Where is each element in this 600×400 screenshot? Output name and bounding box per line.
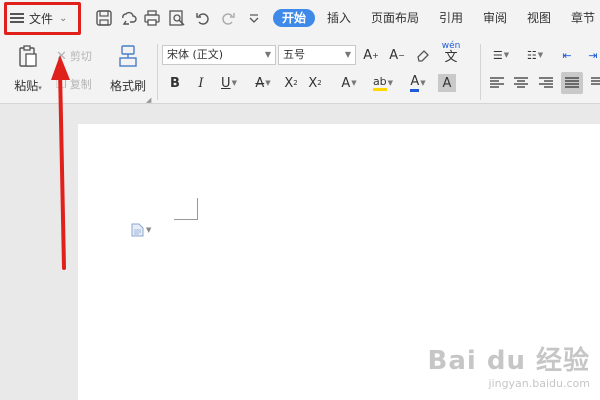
- watermark-title: Bai du 经验: [427, 346, 590, 376]
- caret-down-icon: ▾: [38, 84, 42, 92]
- format-painter-icon: [119, 45, 137, 67]
- pinyin-guide-button[interactable]: wén 文: [442, 42, 461, 65]
- tab-view[interactable]: 视图: [527, 9, 551, 27]
- caret-down-icon: ▼: [146, 226, 152, 234]
- watermark-logo: Bai du 经验 jingyan.baidu.com: [428, 340, 591, 390]
- subscript-icon[interactable]: X2: [306, 74, 324, 92]
- distributed-icon[interactable]: [588, 74, 600, 92]
- strikethrough-icon[interactable]: A ▼: [250, 74, 276, 92]
- superscript-icon[interactable]: X2: [282, 74, 300, 92]
- undo-icon[interactable]: [194, 9, 212, 27]
- annotation-highlight-box: [4, 2, 81, 35]
- text-effect-icon[interactable]: A ▼: [336, 74, 362, 92]
- watermark-url: jingyan.baidu.com: [488, 377, 590, 390]
- align-center-icon[interactable]: [512, 74, 530, 92]
- tab-insert[interactable]: 插入: [327, 9, 351, 27]
- char-shading-icon[interactable]: A: [438, 74, 456, 92]
- clear-format-icon[interactable]: [414, 46, 432, 64]
- italic-icon[interactable]: I: [192, 74, 210, 92]
- title-bar: 文件 ⌄ 开始 插入 页面布局 引用 审阅 视图 章节: [0, 0, 600, 36]
- increase-indent-icon[interactable]: ⇥: [584, 46, 600, 64]
- copy-icon: ❐: [56, 77, 67, 91]
- shrink-font-icon[interactable]: A −: [388, 46, 406, 64]
- tab-references[interactable]: 引用: [439, 9, 463, 27]
- document-icon: [131, 223, 144, 237]
- font-size-select[interactable]: 五号 ▼: [278, 45, 356, 65]
- print-preview-icon[interactable]: [168, 9, 186, 27]
- page-margin-marker: [174, 198, 198, 220]
- tab-review[interactable]: 审阅: [483, 9, 507, 27]
- highlight-icon[interactable]: ab ▼: [370, 74, 396, 92]
- tab-sections[interactable]: 章节: [571, 9, 595, 27]
- font-name-value: 宋体 (正文): [167, 48, 224, 61]
- align-left-icon[interactable]: [488, 74, 506, 92]
- format-painter-label: 格式刷: [109, 79, 146, 93]
- group-separator: [157, 44, 158, 100]
- pinyin-icon: 文: [444, 50, 458, 65]
- paste-label: 粘贴: [14, 79, 39, 93]
- clipboard-group-launcher-icon[interactable]: ◢: [146, 96, 151, 104]
- print-icon[interactable]: [143, 9, 161, 27]
- group-separator: [480, 44, 481, 100]
- grow-font-icon[interactable]: A +: [362, 46, 380, 64]
- cloud-icon[interactable]: [119, 9, 137, 27]
- ribbon: 粘贴▾ ✕ 剪切 ❐ 复制 格式刷 ◢ 宋体 (正文) ▼ 五号 ▼ A + A −…: [0, 36, 600, 104]
- font-name-select[interactable]: 宋体 (正文) ▼: [162, 45, 276, 65]
- align-right-icon[interactable]: [537, 74, 555, 92]
- redo-icon[interactable]: [219, 9, 237, 27]
- cut-button[interactable]: ✕ 剪切: [56, 48, 92, 64]
- justify-icon[interactable]: [561, 72, 583, 94]
- copy-button[interactable]: ❐ 复制: [56, 76, 92, 92]
- font-size-value: 五号: [283, 48, 305, 61]
- scissors-icon: ✕: [56, 48, 67, 64]
- numbering-icon[interactable]: ☷ ▼: [522, 46, 548, 64]
- dropdown-arrow-icon: ▼: [344, 50, 351, 59]
- format-painter-button[interactable]: 格式刷: [108, 44, 148, 94]
- paste-options-button[interactable]: ▼: [131, 223, 151, 237]
- copy-label: 复制: [69, 78, 92, 91]
- cut-label: 剪切: [69, 50, 92, 63]
- font-color-icon[interactable]: A ▼: [405, 74, 431, 92]
- save-icon[interactable]: [95, 9, 113, 27]
- bullets-icon[interactable]: ☰ ▼: [488, 46, 514, 64]
- paste-button[interactable]: 粘贴▾: [10, 44, 46, 94]
- decrease-indent-icon[interactable]: ⇤: [558, 46, 576, 64]
- tab-page-layout[interactable]: 页面布局: [371, 9, 419, 27]
- customize-dropdown-icon[interactable]: [245, 9, 263, 27]
- paste-icon: [19, 45, 37, 67]
- tab-home[interactable]: 开始: [273, 9, 316, 27]
- bold-icon[interactable]: B: [166, 74, 184, 92]
- dropdown-arrow-icon: ▼: [264, 50, 271, 59]
- underline-icon[interactable]: U ▼: [216, 74, 242, 92]
